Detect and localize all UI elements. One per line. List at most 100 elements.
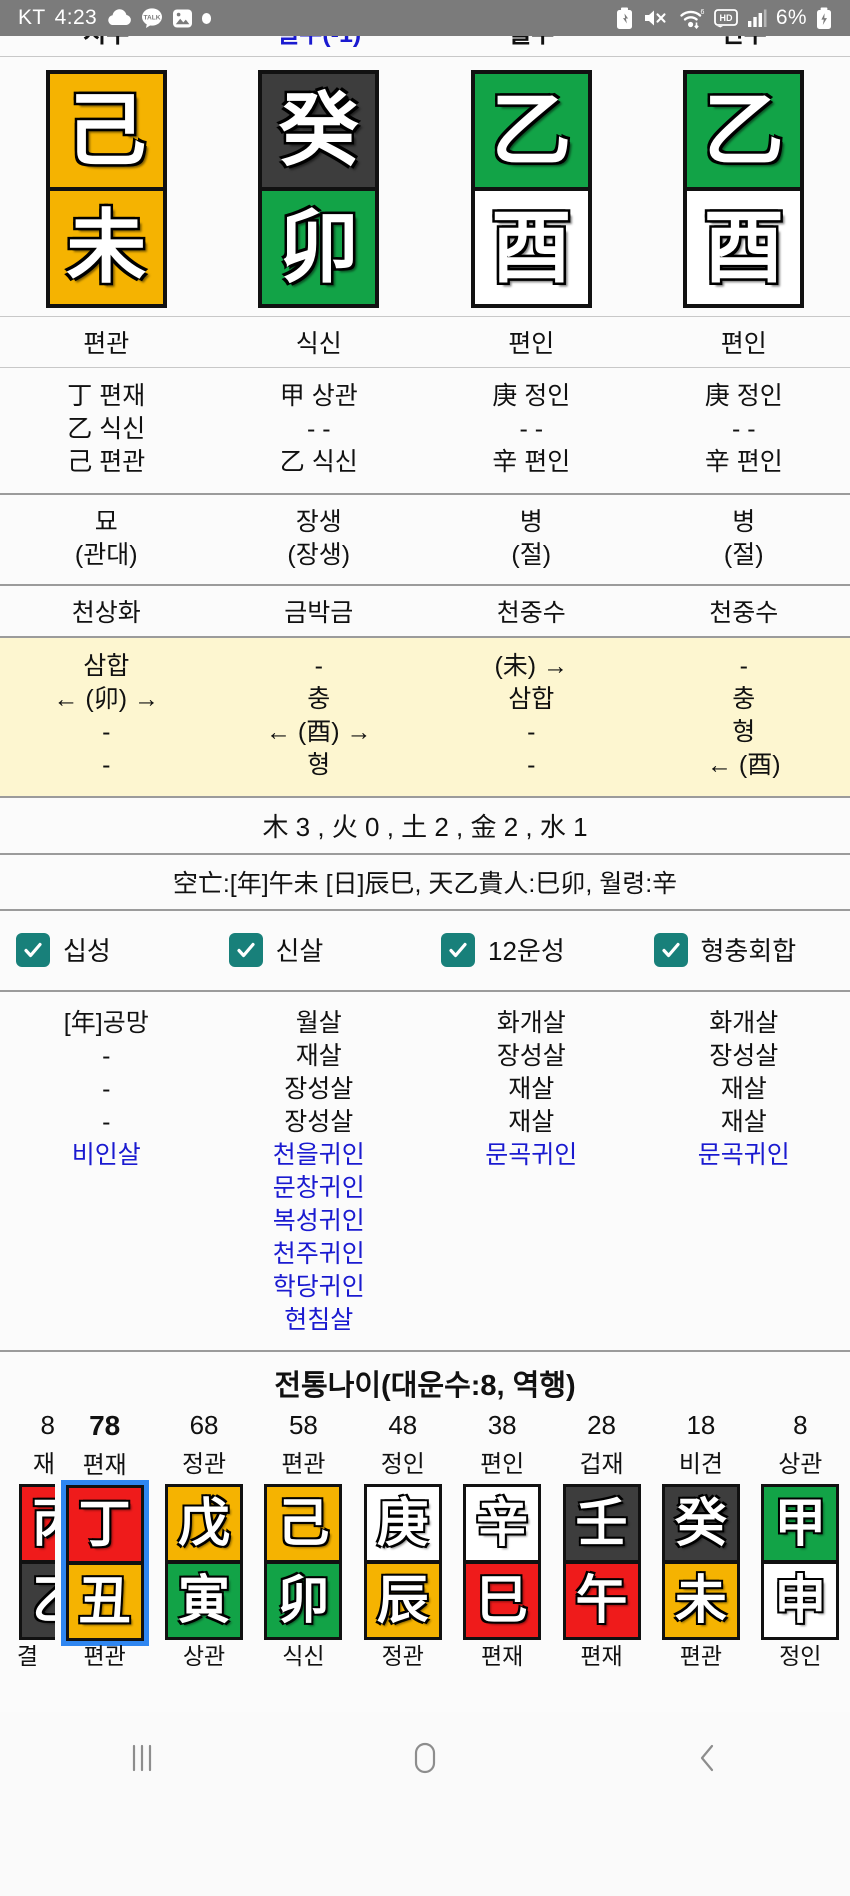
daewoon-cards[interactable]: 戊 寅 (165, 1484, 244, 1640)
checkbox-hyungchunghoehap[interactable]: 형충회합 (638, 931, 850, 968)
daewoon-column-58[interactable]: 58 편관 己 卯 (254, 1410, 353, 1641)
sinsal-line: 재살 (720, 1108, 767, 1136)
daewoon-branch-card[interactable]: 巳 (463, 1562, 542, 1640)
checkbox-12unseong[interactable]: 12운성 (425, 931, 638, 968)
daewoon-bottom-label: 편재 (580, 1643, 623, 1667)
jijanggan-line: 丁 편재 (67, 382, 146, 410)
daewoon-branch-card[interactable]: 寅 (165, 1562, 244, 1640)
daewoon-cards-selected[interactable]: 丁 丑 (60, 1480, 149, 1646)
daewoon-branch-glyph: 巳 (476, 1570, 529, 1631)
clock-label: 4:23 (54, 6, 98, 29)
daewoon-branch-card[interactable]: 申 (761, 1562, 840, 1640)
pillar-3-stem-card[interactable]: 乙 (683, 70, 805, 189)
pillar-0[interactable]: 己 未 (0, 70, 213, 308)
sipseong-cell: 편인 (720, 330, 767, 358)
jijanggan-line: 乙 식신 (67, 415, 146, 443)
sinsal-blue-line: 문곡귀인 (485, 1141, 578, 1169)
options-checkbox-row: 십성 신살 12운성 형충회합 (0, 911, 850, 990)
status-bar-left: KT 4:23 TALK (18, 6, 616, 30)
daewoon-stem-glyph: 丁 (78, 1494, 131, 1555)
pillar-2-stem-glyph: 乙 (491, 83, 572, 177)
pillar-3[interactable]: 乙 酉 (638, 70, 850, 308)
daewoon-stem-glyph: 丙 (32, 1498, 55, 1550)
jijanggan-line: 乙 식신 (279, 448, 358, 476)
pillar-3-branch-card[interactable]: 酉 (683, 189, 805, 308)
dot-icon (202, 12, 212, 24)
checkbox-label: 형충회합 (700, 936, 797, 966)
pillar-1-branch-card[interactable]: 卯 (258, 189, 380, 308)
pillar-2-stem-card[interactable]: 乙 (470, 70, 592, 189)
daewoon-column-28[interactable]: 28 겁재 壬 午 (552, 1410, 651, 1641)
pillar-header-1: 일주(-1) (213, 36, 426, 50)
sinsal-blue-line: 천주귀인 (272, 1240, 365, 1268)
daewoon-stem-card[interactable]: 癸 (661, 1484, 740, 1562)
unseong-sub: (관대) (74, 541, 138, 569)
saju-chart-page: 시주 일주(-1) 월주 년주 己 未 癸 卯 乙 酉 乙 酉 편관 식신 편인… (0, 36, 850, 1804)
sinsal-line: 장성살 (284, 1075, 354, 1103)
daewoon-branch-card[interactable]: 卯 (264, 1562, 343, 1640)
sinsal-line: [年]공망 (63, 1009, 149, 1037)
daewoon-cards[interactable]: 壬 午 (562, 1484, 641, 1640)
daewoon-column-48[interactable]: 48 정인 庚 辰 (353, 1410, 452, 1641)
daewoon-cards[interactable]: 己 卯 (264, 1484, 343, 1640)
pillar-0-stem-card[interactable]: 己 (45, 70, 167, 189)
daewoon-sipseong: 편관 (281, 1451, 326, 1478)
daewoon-branch-card[interactable]: 未 (661, 1562, 740, 1640)
home-icon[interactable] (365, 1728, 485, 1788)
daewoon-column-partial[interactable]: 8 재 丙 乙 (0, 1410, 55, 1641)
daewoon-stem-card[interactable]: 甲 (761, 1484, 840, 1562)
wifi-icon: 6 (677, 7, 705, 29)
daewoon-cards[interactable]: 辛 巳 (463, 1484, 542, 1640)
daewoon-stem-card[interactable]: 丙 (19, 1484, 55, 1562)
napeum-cell: 금박금 (284, 599, 354, 627)
pillar-1-stem-card[interactable]: 癸 (258, 70, 380, 189)
sinsal-line: 재살 (295, 1042, 342, 1070)
unseong-sub: (장생) (287, 541, 351, 569)
battery-percent-label: 6% (775, 6, 807, 29)
daewoon-branch-card[interactable]: 辰 (363, 1562, 442, 1640)
recents-icon[interactable] (82, 1728, 202, 1788)
daewoon-column-78[interactable]: 78 편재 丁 丑 (55, 1410, 154, 1646)
sinsal-cell: 월살 재살 장성살 장성살 천을귀인 문창귀인 복성귀인 천주귀인 학당귀인 현… (213, 1000, 426, 1344)
daewoon-branch-card[interactable]: 乙 (19, 1562, 55, 1640)
pillar-cards-row: 己 未 癸 卯 乙 酉 乙 酉 (0, 57, 850, 316)
daewoon-stem-card[interactable]: 己 (264, 1484, 343, 1562)
jijanggan-line: 辛 편인 (704, 448, 783, 476)
back-icon[interactable] (648, 1728, 768, 1788)
daewoon-branch-card[interactable]: 丑 (65, 1563, 144, 1641)
daewoon-column-8[interactable]: 8 상관 甲 申 (751, 1410, 850, 1641)
daewoon-column-38[interactable]: 38 편인 辛 巳 (453, 1410, 552, 1641)
daewoon-cards[interactable]: 庚 辰 (363, 1484, 442, 1640)
pillar-1[interactable]: 癸 卯 (213, 70, 426, 308)
daewoon-stem-glyph: 壬 (575, 1493, 628, 1554)
hyungchung-line: - (739, 652, 748, 680)
pillar-2[interactable]: 乙 酉 (425, 70, 638, 308)
daewoon-branch-card[interactable]: 午 (562, 1562, 641, 1640)
check-icon (653, 932, 688, 967)
hyungchung-cell: - 충 ← (酉) → 형 (213, 643, 426, 789)
daewoon-stem-card[interactable]: 丁 (65, 1485, 144, 1563)
daewoon-stem-card[interactable]: 辛 (463, 1484, 542, 1562)
daewoon-stem-card[interactable]: 壬 (562, 1484, 641, 1562)
daewoon-bottom-label-row: 결 편관 상관 식신 정관 편재 편재 편관 정인 (0, 1641, 850, 1667)
daewoon-cards[interactable]: 甲 申 (761, 1484, 840, 1640)
hyungchung-cell: (未) → 삼합 - - (425, 643, 638, 789)
daewoon-stem-card[interactable]: 庚 (363, 1484, 442, 1562)
sinsal-line: - (102, 1075, 111, 1103)
jijanggan-cell: 庚 정인 - - 辛 편인 (425, 373, 638, 486)
sipseong-cell: 식신 (295, 330, 342, 358)
pillar-2-branch-card[interactable]: 酉 (470, 189, 592, 308)
daewoon-cards[interactable]: 丙 乙 (19, 1484, 55, 1640)
daewoon-cards[interactable]: 癸 未 (661, 1484, 740, 1640)
daewoon-bottom-label: 식신 (282, 1643, 325, 1667)
pillar-0-branch-card[interactable]: 未 (45, 189, 167, 308)
sipseong-row: 편관 식신 편인 편인 (0, 317, 850, 367)
hyungchung-line: - (527, 751, 536, 779)
checkbox-sinsal[interactable]: 신살 (213, 931, 426, 968)
pillar-1-branch-glyph: 卯 (278, 200, 359, 294)
checkbox-sipseong[interactable]: 십성 (0, 931, 213, 968)
daewoon-column-68[interactable]: 68 정관 戊 寅 (154, 1410, 253, 1641)
daewoon-bottom-label: 정관 (381, 1643, 424, 1667)
daewoon-stem-card[interactable]: 戊 (165, 1484, 244, 1562)
daewoon-column-18[interactable]: 18 비견 癸 未 (651, 1410, 750, 1641)
